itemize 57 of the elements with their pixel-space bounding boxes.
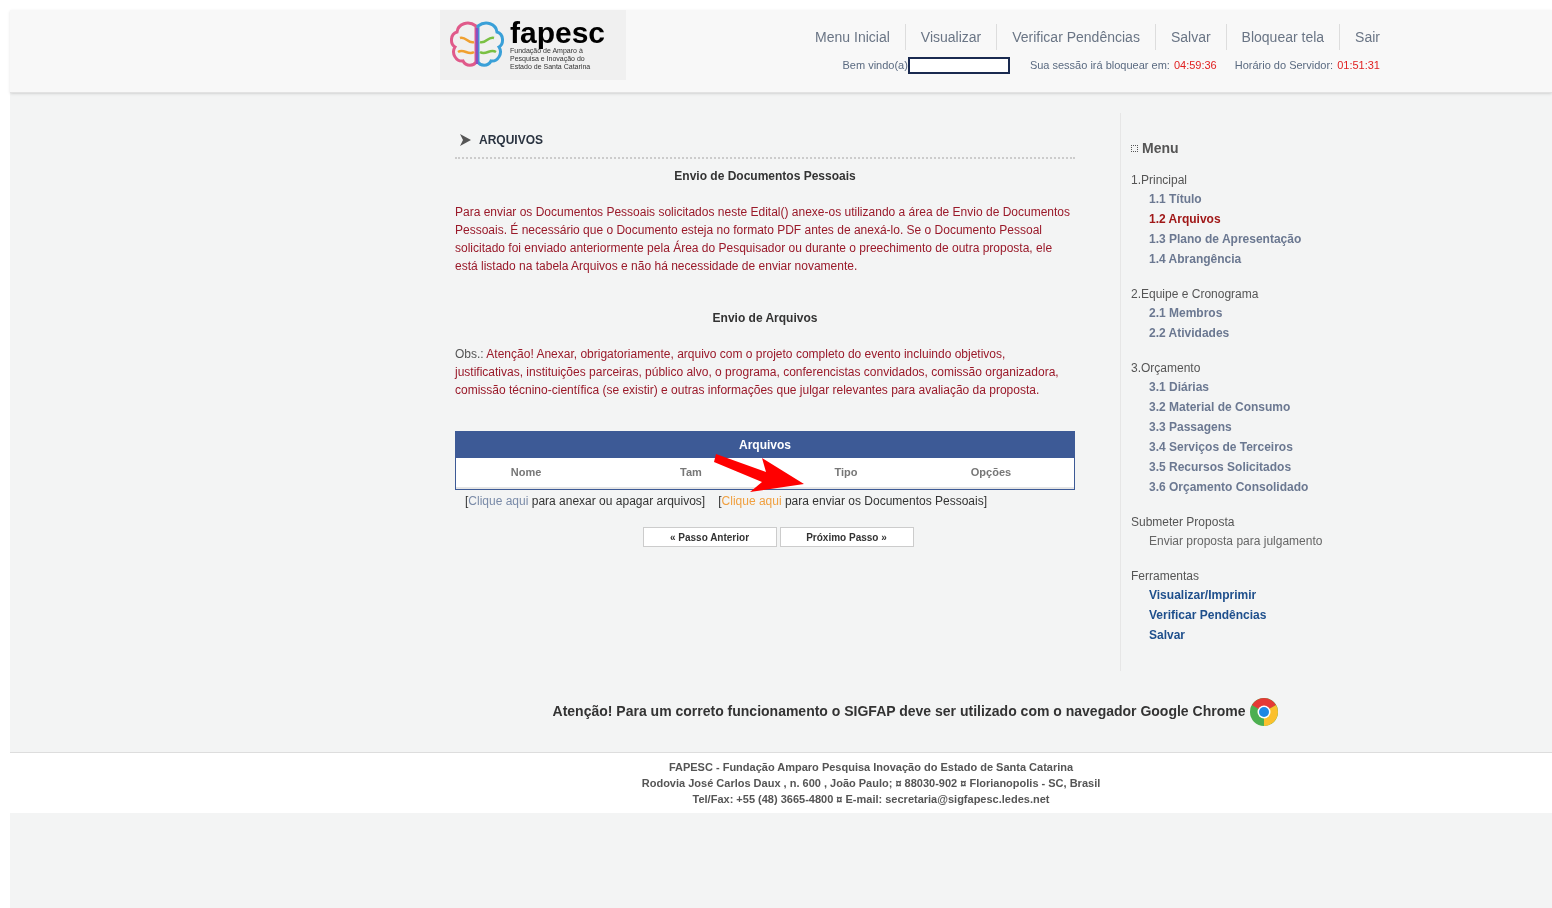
menu-group-title: Ferramentas bbox=[1131, 568, 1201, 585]
menu-item[interactable]: 3.2 Material de Consumo bbox=[1131, 397, 1360, 417]
column-header: Tam bbox=[680, 465, 702, 481]
menu-item[interactable]: 1.3 Plano de Apresentação bbox=[1131, 229, 1360, 249]
menu-item[interactable]: 1.1 Título bbox=[1131, 189, 1360, 209]
nav-link[interactable]: Sair bbox=[1340, 24, 1380, 50]
chrome-icon bbox=[1249, 696, 1280, 727]
footer-text: Tel/Fax: +55 (48) 3665-4800 ¤ E-mail: secretaria@sigfapesc.ledes.net bbox=[692, 792, 1050, 807]
menu-item[interactable]: Verificar Pendências bbox=[1131, 605, 1360, 625]
menu-item[interactable]: 2.2 Atividades bbox=[1131, 323, 1360, 343]
nav-link[interactable]: Verificar Pendências bbox=[997, 24, 1156, 50]
menu-group-title: Submeter Proposta bbox=[1131, 514, 1236, 531]
menu-group-title: 3.Orçamento bbox=[1131, 360, 1202, 377]
menu-item[interactable]: 2.1 Membros bbox=[1131, 303, 1360, 323]
nav-link[interactable]: Salvar bbox=[1155, 24, 1227, 50]
nav-link[interactable]: Bloquear tela bbox=[1226, 24, 1341, 50]
section-title: ARQUIVOS bbox=[479, 132, 543, 149]
footer-text: FAPESC - Fundação Amparo Pesquisa Inovação do Estado de Santa Catarina bbox=[668, 760, 1074, 775]
paragraph: Para enviar os Documentos Pessoais solicitados neste Edital() anexe-os utilizando a área de Envio de Documentos Pessoais. É necessário que o Documento esteja no formato PDF antes de anexá-lo. Se o Documento Pessoal solicitado foi enviado anteriormente pela Área do Pesquisador ou durante o preechimento de outra proposta, ele está listado na tabela Arquivos e não há necessidade de enviar novamente. bbox=[455, 204, 1071, 275]
menu-item[interactable]: Salvar bbox=[1131, 625, 1360, 645]
subheading: Envio de Documentos Pessoais bbox=[673, 168, 857, 185]
menu-item[interactable]: Enviar proposta para julgamento bbox=[1131, 531, 1360, 551]
previous-step-button[interactable]: « Passo Anterior bbox=[642, 527, 777, 547]
menu-item[interactable]: 3.6 Orçamento Consolidado bbox=[1131, 477, 1360, 497]
logo-name: fapesc bbox=[510, 19, 606, 47]
session-timer: 04:59:36 bbox=[1173, 58, 1217, 74]
table-title: Arquivos bbox=[456, 432, 1074, 458]
welcome-label: Bem vindo(a) bbox=[842, 58, 908, 74]
menu-item[interactable]: 3.3 Passagens bbox=[1131, 417, 1360, 437]
subheading: Envio de Arquivos bbox=[711, 310, 819, 327]
column-header: Opções bbox=[970, 465, 1012, 481]
nav-link[interactable]: Menu Inicial bbox=[800, 24, 906, 50]
menu-group-title: 1.Principal bbox=[1131, 172, 1189, 189]
session-label: Sua sessão irá bloquear em: bbox=[1029, 58, 1170, 74]
next-step-button[interactable]: Próximo Passo » bbox=[779, 527, 914, 547]
menu-item[interactable]: 1.4 Abrangência bbox=[1131, 249, 1360, 269]
menu-item[interactable]: 1.2 Arquivos bbox=[1131, 209, 1360, 229]
menu-group-title: 2.Equipe e Cronograma bbox=[1131, 286, 1260, 303]
column-header: Nome bbox=[510, 465, 542, 481]
menu-title: Menu bbox=[1142, 139, 1179, 158]
click-here-link[interactable]: Clique aqui bbox=[468, 494, 529, 508]
grid-icon bbox=[1131, 145, 1138, 152]
menu-item[interactable]: 3.5 Recursos Solicitados bbox=[1131, 457, 1360, 477]
menu-item[interactable]: 3.4 Serviços de Terceiros bbox=[1131, 437, 1360, 457]
menu-item[interactable]: 3.1 Diárias bbox=[1131, 377, 1360, 397]
arrow-right-icon bbox=[459, 134, 471, 146]
brain-logo-icon bbox=[448, 20, 506, 70]
server-time: 01:51:31 bbox=[1337, 58, 1380, 74]
nav-link[interactable]: Visualizar bbox=[905, 24, 998, 50]
server-time-label: Horário do Servidor: bbox=[1234, 58, 1334, 74]
menu-item[interactable]: Visualizar/Imprimir bbox=[1131, 585, 1360, 605]
paragraph: Obs.: Atenção! Anexar, obrigatoriamente, arquivo com o projeto completo do evento incluindo objetivos, justificativas, instituições parceiras, público alvo, o programa, conferencistas convidados, comissão organizadora, comissão técnino-científica (se existir) e outras informações que julgar relevantes para avaliação da proposta. bbox=[455, 346, 1060, 399]
browser-notice: Atenção! Para um correto funcionamento o SIGFAP deve ser utilizado com o navegador Google Chrome bbox=[552, 702, 1246, 721]
link-text: [Clique aqui para anexar ou apagar arquivos] bbox=[465, 493, 706, 510]
column-header: Tipo bbox=[834, 465, 858, 481]
link-text: [Clique aqui para enviar os Documentos Pessoais] bbox=[718, 493, 988, 510]
footer-text: Rodovia José Carlos Daux , n. 600 , João Paulo; ¤ 88030-902 ¤ Florianopolis - SC, Brasil bbox=[641, 776, 1101, 791]
